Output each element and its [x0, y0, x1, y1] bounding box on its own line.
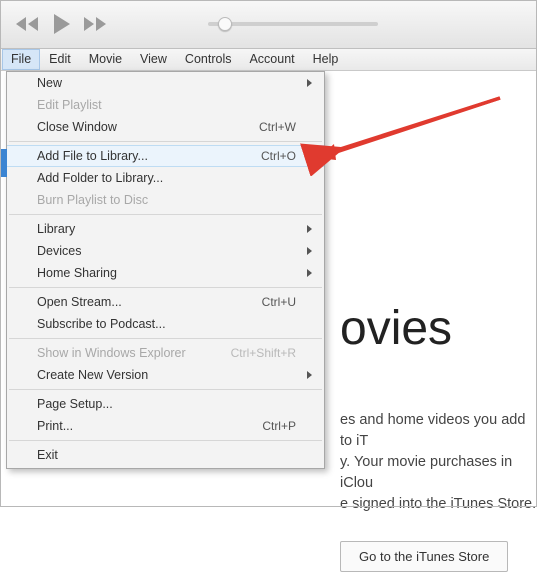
menu-item-library[interactable]: Library — [7, 218, 324, 240]
menu-item-label: New — [37, 76, 296, 90]
playback-toolbar — [0, 0, 537, 49]
go-to-store-button[interactable]: Go to the iTunes Store — [340, 541, 508, 572]
menu-shortcut: Ctrl+U — [262, 295, 296, 309]
menu-separator — [9, 141, 322, 142]
menu-account[interactable]: Account — [240, 49, 303, 70]
menu-item-label: Burn Playlist to Disc — [37, 193, 296, 207]
menu-help[interactable]: Help — [304, 49, 348, 70]
menu-item-add-file-to-library[interactable]: Add File to Library...Ctrl+O — [7, 145, 324, 167]
menu-item-burn-playlist-to-disc: Burn Playlist to Disc — [7, 189, 324, 211]
submenu-arrow-icon — [307, 371, 312, 379]
menu-item-home-sharing[interactable]: Home Sharing — [7, 262, 324, 284]
submenu-arrow-icon — [307, 225, 312, 233]
submenu-arrow-icon — [307, 269, 312, 277]
menu-item-open-stream[interactable]: Open Stream...Ctrl+U — [7, 291, 324, 313]
menu-item-label: Add File to Library... — [37, 149, 261, 163]
play-icon[interactable] — [50, 13, 72, 35]
menu-separator — [9, 389, 322, 390]
menu-item-label: Show in Windows Explorer — [37, 346, 231, 360]
menu-item-devices[interactable]: Devices — [7, 240, 324, 262]
menu-shortcut: Ctrl+O — [261, 149, 296, 163]
menubar: FileEditMovieViewControlsAccountHelp — [0, 49, 537, 71]
menu-item-create-new-version[interactable]: Create New Version — [7, 364, 324, 386]
menu-item-page-setup[interactable]: Page Setup... — [7, 393, 324, 415]
previous-icon[interactable] — [14, 16, 40, 32]
description-text: es and home videos you add to iT y. Your… — [340, 410, 537, 515]
menu-item-label: Home Sharing — [37, 266, 296, 280]
menu-shortcut: Ctrl+W — [259, 120, 296, 134]
menu-item-print[interactable]: Print...Ctrl+P — [7, 415, 324, 437]
menu-item-label: Page Setup... — [37, 397, 296, 411]
menu-item-exit[interactable]: Exit — [7, 444, 324, 466]
menu-separator — [9, 287, 322, 288]
menu-item-label: Open Stream... — [37, 295, 262, 309]
menu-view[interactable]: View — [131, 49, 176, 70]
menu-item-label: Library — [37, 222, 296, 236]
menu-item-new[interactable]: New — [7, 72, 324, 94]
menu-separator — [9, 440, 322, 441]
menu-item-edit-playlist: Edit Playlist — [7, 94, 324, 116]
menu-file[interactable]: File — [2, 49, 40, 70]
file-menu-dropdown: New Edit Playlist Close WindowCtrl+W Add Fi… — [6, 71, 325, 469]
volume-slider[interactable] — [208, 22, 378, 26]
selection-indicator — [0, 149, 7, 177]
menu-item-label: Subscribe to Podcast... — [37, 317, 296, 331]
submenu-arrow-icon — [307, 247, 312, 255]
menu-edit[interactable]: Edit — [40, 49, 80, 70]
menu-item-label: Create New Version — [37, 368, 296, 382]
menu-shortcut: Ctrl+P — [262, 419, 296, 433]
menu-item-subscribe-to-podcast[interactable]: Subscribe to Podcast... — [7, 313, 324, 335]
menu-item-add-folder-to-library[interactable]: Add Folder to Library... — [7, 167, 324, 189]
next-icon[interactable] — [82, 16, 108, 32]
menu-item-label: Print... — [37, 419, 262, 433]
menu-item-label: Add Folder to Library... — [37, 171, 296, 185]
page-title: ovies — [340, 301, 537, 356]
menu-item-label: Edit Playlist — [37, 98, 296, 112]
submenu-arrow-icon — [307, 79, 312, 87]
menu-shortcut: Ctrl+Shift+R — [231, 346, 296, 360]
menu-movie[interactable]: Movie — [80, 49, 131, 70]
menu-separator — [9, 214, 322, 215]
menu-item-label: Exit — [37, 448, 296, 462]
menu-separator — [9, 338, 322, 339]
menu-item-label: Close Window — [37, 120, 259, 134]
menu-controls[interactable]: Controls — [176, 49, 241, 70]
menu-item-show-in-windows-explorer: Show in Windows ExplorerCtrl+Shift+R — [7, 342, 324, 364]
menu-item-close-window[interactable]: Close WindowCtrl+W — [7, 116, 324, 138]
menu-item-label: Devices — [37, 244, 296, 258]
